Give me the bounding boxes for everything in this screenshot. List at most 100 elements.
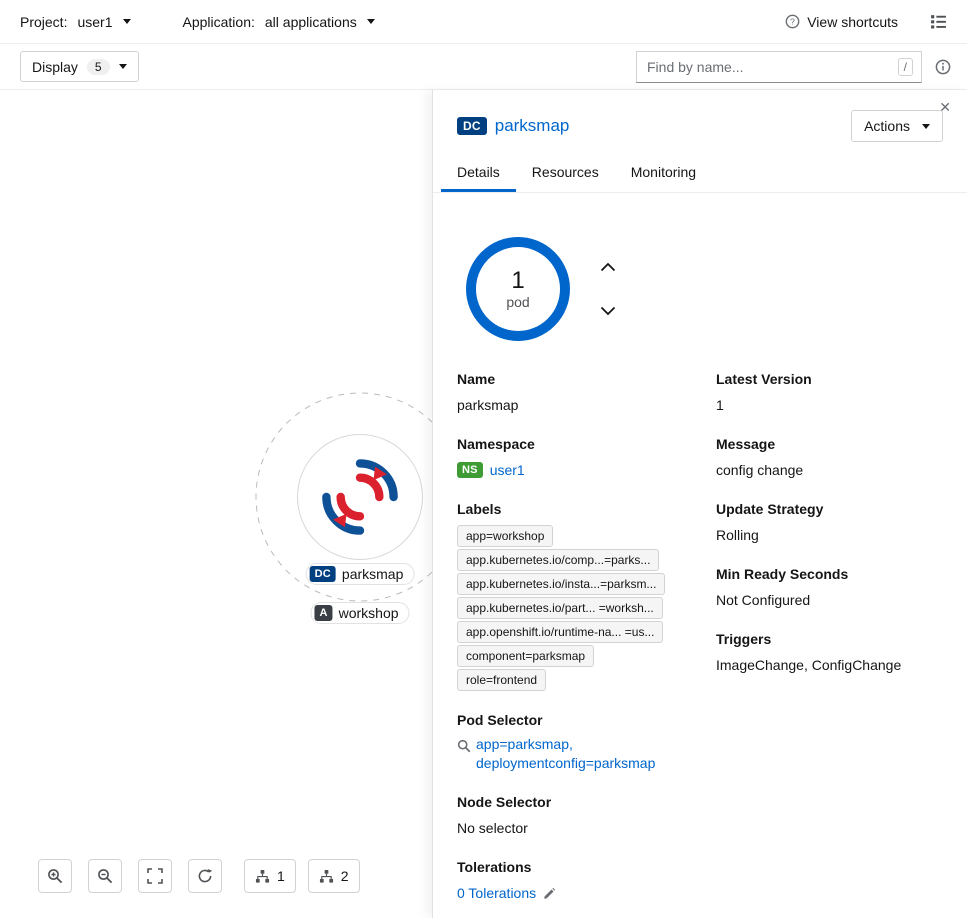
detail-triggers: Triggers ImageChange, ConfigChange (716, 631, 943, 675)
dc-resource-badge: DC (457, 117, 487, 135)
detail-value: Rolling (716, 525, 943, 545)
detail-value: parksmap (457, 395, 716, 415)
graph-toggle-2[interactable]: 2 (308, 859, 360, 893)
sitemap-icon (319, 869, 334, 884)
detail-term: Latest Version (716, 371, 943, 387)
detail-pod-selector: Pod Selector app=parksmap, deploymentcon… (457, 712, 716, 773)
detail-term: Labels (457, 501, 716, 517)
display-dropdown[interactable]: Display 5 (20, 51, 139, 82)
detail-term: Triggers (716, 631, 943, 647)
view-shortcuts-button[interactable]: ? View shortcuts (785, 14, 898, 30)
namespace-link[interactable]: user1 (490, 460, 525, 480)
label-chip: app.kubernetes.io/comp...=parks... (457, 549, 659, 571)
search-info-button[interactable] (933, 57, 953, 77)
pod-count-value: 1 (511, 268, 524, 294)
detail-labels: Labels app=workshop app.kubernetes.io/co… (457, 501, 716, 691)
zoom-out-button[interactable] (88, 859, 122, 893)
panel-close-button[interactable]: ✕ (935, 94, 955, 120)
scale-down-button[interactable] (598, 301, 618, 321)
display-count-badge: 5 (87, 59, 110, 75)
caret-down-icon (119, 64, 127, 69)
application-group-label[interactable]: A workshop (310, 602, 409, 624)
panel-title-group: DC parksmap (457, 116, 569, 136)
actions-dropdown[interactable]: Actions (851, 110, 943, 142)
pod-selector-line1: app=parksmap, (476, 736, 573, 752)
detail-term: Min Ready Seconds (716, 566, 943, 582)
detail-term: Message (716, 436, 943, 452)
zoom-in-button[interactable] (38, 859, 72, 893)
detail-value: config change (716, 460, 943, 480)
panel-body: 1 pod Name parksmap (433, 193, 967, 918)
topology-canvas[interactable]: DC parksmap A workshop 1 (0, 90, 432, 918)
detail-value: Not Configured (716, 590, 943, 610)
pod-count-donut: 1 pod (466, 237, 570, 341)
node-name: parksmap (342, 566, 403, 582)
toolbar-right: / (636, 51, 953, 83)
detail-min-ready-seconds: Min Ready Seconds Not Configured (716, 566, 943, 610)
application-selector[interactable]: Application: all applications (183, 14, 375, 30)
search-icon (457, 739, 471, 753)
pod-donut-row: 1 pod (466, 237, 943, 341)
pencil-icon (543, 887, 556, 900)
detail-term: Node Selector (457, 794, 716, 810)
detail-namespace: Namespace NS user1 (457, 436, 716, 480)
sitemap-icon (255, 869, 270, 884)
node-label-parksmap[interactable]: DC parksmap (306, 563, 415, 585)
tab-monitoring[interactable]: Monitoring (615, 154, 712, 192)
list-view-toggle-button[interactable] (928, 11, 949, 32)
resource-side-panel: ✕ DC parksmap Actions Details Resources … (432, 90, 967, 918)
scale-controls (598, 257, 618, 321)
detail-tolerations: Tolerations 0 Tolerations (457, 859, 716, 903)
search-field: / (636, 51, 922, 83)
canvas-filter-toggles: 1 2 (244, 859, 360, 893)
details-grid: Name parksmap Namespace NS user1 Labels … (457, 371, 943, 918)
fit-to-screen-button[interactable] (138, 859, 172, 893)
list-icon (930, 13, 947, 30)
application-value: all applications (265, 14, 357, 30)
panel-title-link[interactable]: parksmap (495, 116, 570, 136)
context-selectors: Project: user1 Application: all applicat… (20, 14, 375, 30)
reset-view-icon (197, 868, 213, 884)
details-right-column: Latest Version 1 Message config change U… (716, 371, 943, 696)
tab-resources[interactable]: Resources (516, 154, 615, 192)
application-badge: A (314, 605, 332, 621)
topology-toolbar: Display 5 / (0, 44, 967, 90)
label-chip: app=workshop (457, 525, 553, 547)
detail-value: ImageChange, ConfigChange (716, 655, 943, 675)
actions-label: Actions (864, 118, 910, 134)
panel-tabs: Details Resources Monitoring (433, 154, 967, 193)
svg-text:?: ? (790, 17, 795, 27)
detail-term: Tolerations (457, 859, 716, 875)
detail-message: Message config change (716, 436, 943, 480)
label-chip: app.kubernetes.io/part... =worksh... (457, 597, 663, 619)
toggle-count: 2 (341, 868, 349, 884)
masthead: Project: user1 Application: all applicat… (0, 0, 967, 44)
detail-term: Update Strategy (716, 501, 943, 517)
edit-tolerations-button[interactable] (543, 887, 556, 900)
caret-down-icon (123, 19, 131, 24)
caret-down-icon (922, 124, 930, 129)
project-selector[interactable]: Project: user1 (20, 14, 131, 30)
label-chip: component=parksmap (457, 645, 594, 667)
detail-latest-version: Latest Version 1 (716, 371, 943, 415)
pod-selector-link[interactable]: app=parksmap, deploymentconfig=parksmap (457, 736, 716, 773)
name-search-input[interactable] (645, 58, 892, 76)
graph-toggle-1[interactable]: 1 (244, 859, 296, 893)
question-circle-icon: ? (785, 14, 800, 29)
detail-value: No selector (457, 818, 716, 838)
application-label: Application: (183, 14, 255, 30)
canvas-controls (38, 859, 222, 893)
detail-value: 1 (716, 395, 943, 415)
pod-count-unit: pod (506, 294, 529, 310)
project-label: Project: (20, 14, 67, 30)
details-left-column: Name parksmap Namespace NS user1 Labels … (457, 371, 716, 918)
scale-up-button[interactable] (598, 257, 618, 277)
tab-details[interactable]: Details (441, 154, 516, 192)
reset-view-button[interactable] (188, 859, 222, 893)
node-parksmap[interactable] (297, 434, 423, 560)
pod-selector-line2: deploymentconfig=parksmap (476, 753, 716, 773)
zoom-in-icon (47, 868, 63, 884)
dc-resource-badge: DC (310, 566, 336, 582)
toggle-count: 1 (277, 868, 285, 884)
tolerations-link[interactable]: 0 Tolerations (457, 883, 536, 903)
